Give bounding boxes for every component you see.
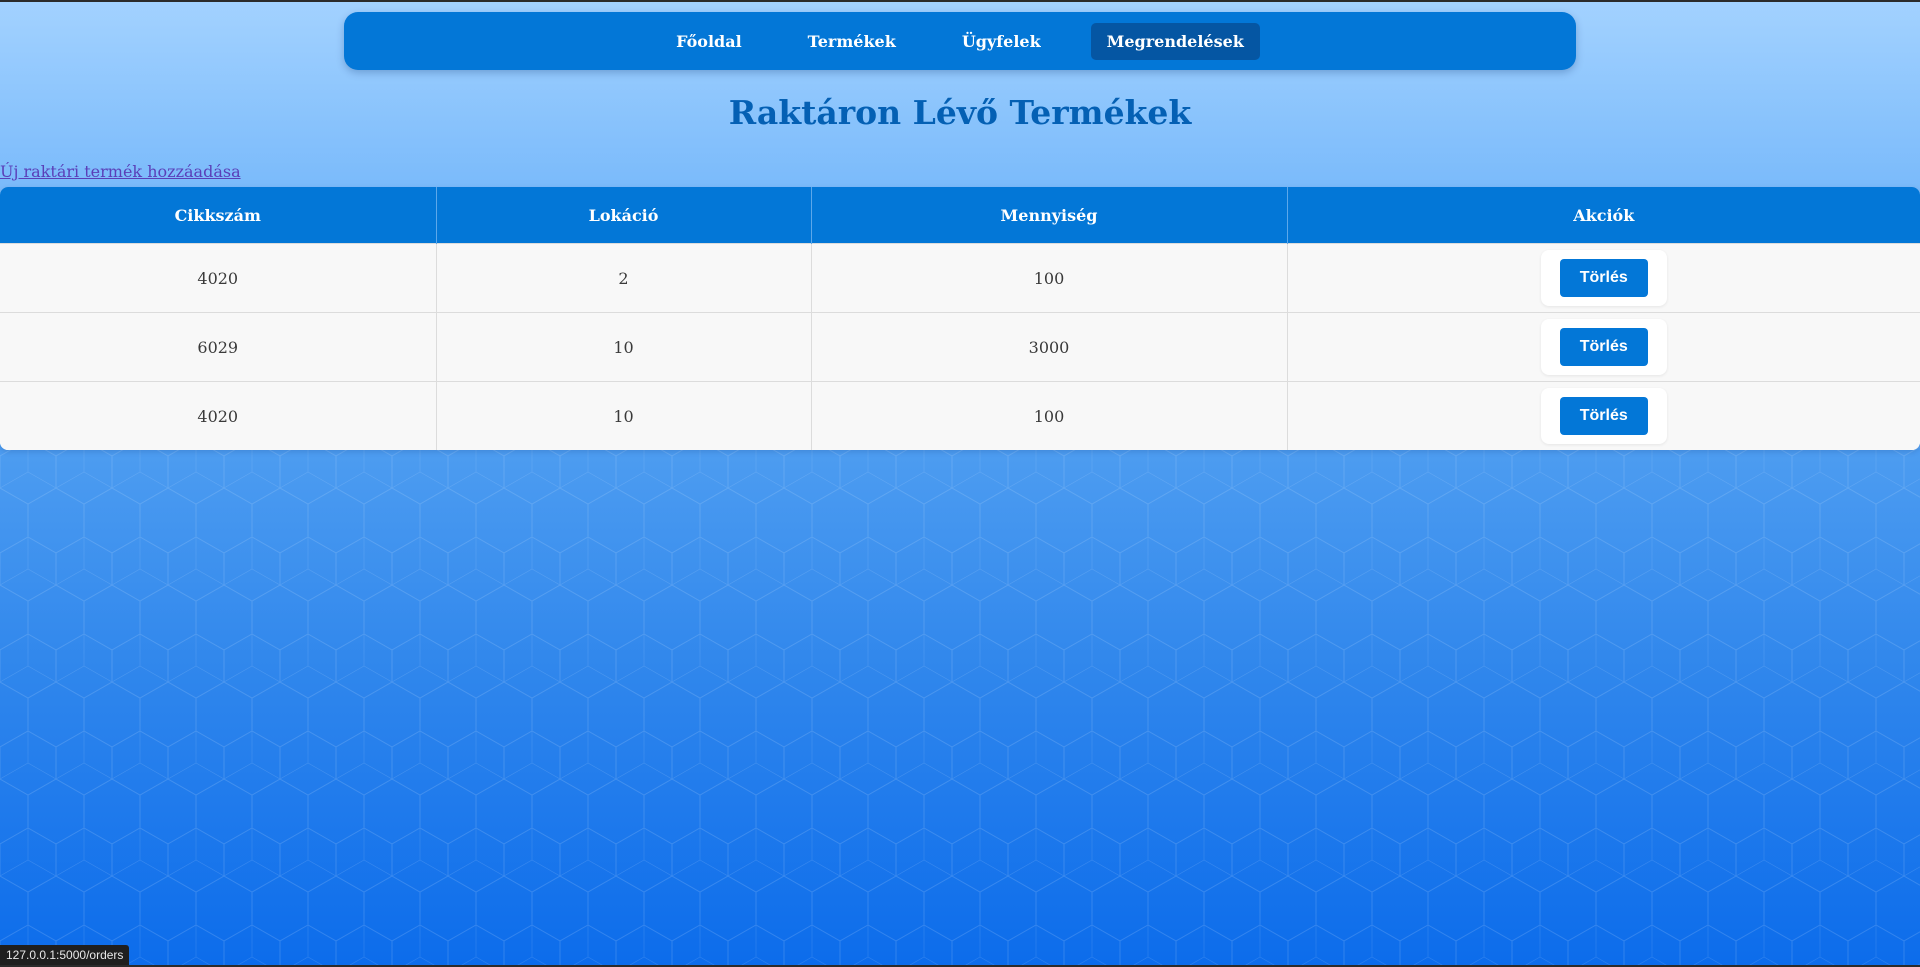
stock-table: Cikkszám Lokáció Mennyiség Akciók 4020 2… xyxy=(0,187,1920,450)
cell-actions: Törlés xyxy=(1287,381,1920,450)
column-header-lokacio: Lokáció xyxy=(436,187,812,244)
window-top-border xyxy=(0,0,1920,2)
delete-button[interactable]: Törlés xyxy=(1559,259,1648,297)
cell-mennyiseg: 100 xyxy=(811,381,1288,450)
column-header-mennyiseg: Mennyiség xyxy=(811,187,1288,244)
hexagon-background-pattern xyxy=(0,440,1920,967)
cell-lokacio: 10 xyxy=(436,381,812,450)
page-title: Raktáron Lévő Termékek xyxy=(728,93,1192,132)
table-row: 6029 10 3000 Törlés xyxy=(0,312,1920,382)
delete-button[interactable]: Törlés xyxy=(1559,328,1648,366)
delete-button-card: Törlés xyxy=(1540,250,1667,306)
status-bar-url: 127.0.0.1:5000/orders xyxy=(0,945,130,965)
cell-lokacio: 10 xyxy=(436,312,812,382)
table-header-row: Cikkszám Lokáció Mennyiség Akciók xyxy=(0,187,1920,244)
column-header-cikkszam: Cikkszám xyxy=(0,187,437,244)
cell-cikkszam: 4020 xyxy=(0,243,437,313)
nav-item-ugyfelek[interactable]: Ügyfelek xyxy=(946,23,1057,60)
cell-mennyiseg: 3000 xyxy=(811,312,1288,382)
nav-item-termekek[interactable]: Termékek xyxy=(792,23,912,60)
delete-button[interactable]: Törlés xyxy=(1559,397,1648,435)
delete-button-card: Törlés xyxy=(1540,319,1667,375)
cell-cikkszam: 6029 xyxy=(0,312,437,382)
column-header-akciok: Akciók xyxy=(1287,187,1920,244)
top-navbar: Főoldal Termékek Ügyfelek Megrendelések xyxy=(344,12,1576,70)
nav-item-fooldal[interactable]: Főoldal xyxy=(660,23,758,60)
cell-lokacio: 2 xyxy=(436,243,812,313)
stock-table-container: Cikkszám Lokáció Mennyiség Akciók 4020 2… xyxy=(0,187,1920,450)
add-stock-item-link[interactable]: Új raktári termék hozzáadása xyxy=(0,161,241,183)
cell-actions: Törlés xyxy=(1287,243,1920,313)
cell-cikkszam: 4020 xyxy=(0,381,437,450)
table-row: 4020 10 100 Törlés xyxy=(0,381,1920,450)
cell-mennyiseg: 100 xyxy=(811,243,1288,313)
nav-item-megrendelesek[interactable]: Megrendelések xyxy=(1090,22,1260,60)
delete-button-card: Törlés xyxy=(1540,388,1667,444)
cell-actions: Törlés xyxy=(1287,312,1920,382)
table-row: 4020 2 100 Törlés xyxy=(0,243,1920,313)
